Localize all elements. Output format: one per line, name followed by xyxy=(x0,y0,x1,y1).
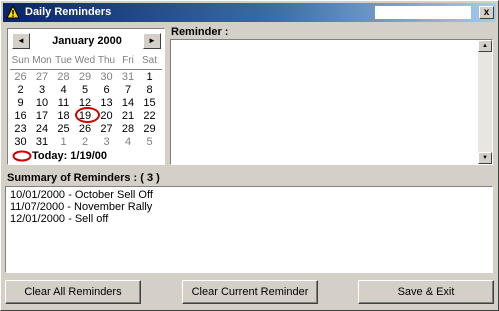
calendar-day[interactable]: 23 xyxy=(10,123,31,135)
calendar-day[interactable]: 31 xyxy=(32,136,53,148)
today-marker xyxy=(75,107,100,123)
calendar-day[interactable]: 5 xyxy=(139,136,160,148)
calendar-day[interactable]: 3 xyxy=(96,136,117,148)
list-item[interactable]: 10/01/2000 - October Sell Off xyxy=(10,189,153,201)
calendar-day[interactable]: 2 xyxy=(10,84,31,96)
calendar-day[interactable]: 30 xyxy=(96,71,117,83)
prev-month-button[interactable]: ◄ xyxy=(12,33,30,49)
calendar-day[interactable]: 1 xyxy=(139,71,160,83)
summary-list[interactable]: 10/01/2000 - October Sell Off 11/07/2000… xyxy=(5,186,493,273)
calendar-day[interactable]: 18 xyxy=(53,110,74,122)
window-title: Daily Reminders xyxy=(25,6,112,18)
calendar-day[interactable]: 28 xyxy=(53,71,74,83)
calendar-day[interactable]: 26 xyxy=(75,123,96,135)
today-link[interactable]: Today: 1/19/00 xyxy=(32,150,107,162)
close-button[interactable]: x xyxy=(479,6,494,19)
title-bar-field xyxy=(375,6,471,19)
list-item[interactable]: 11/07/2000 - November Rally xyxy=(10,201,152,213)
weekday-label: Tue xyxy=(55,55,72,66)
weekday-label: Sun xyxy=(11,55,30,66)
calendar-day[interactable]: 22 xyxy=(139,110,160,122)
calendar-day[interactable]: 13 xyxy=(96,97,117,109)
calendar-day[interactable]: 27 xyxy=(32,71,53,83)
weekday-label: Fri xyxy=(122,55,134,66)
calendar-day[interactable]: 31 xyxy=(118,71,139,83)
calendar-day[interactable]: 3 xyxy=(32,84,53,96)
calendar-day[interactable]: 10 xyxy=(32,97,53,109)
calendar-day[interactable]: 29 xyxy=(75,71,96,83)
scroll-down-icon[interactable]: ▼ xyxy=(478,152,492,164)
clear-all-reminders-button[interactable]: Clear All Reminders xyxy=(5,280,141,304)
list-item[interactable]: 12/01/2000 - Sell off xyxy=(10,213,108,225)
next-month-button[interactable]: ► xyxy=(143,33,161,49)
calendar-day[interactable]: 26 xyxy=(10,71,31,83)
weekday-label: Wed xyxy=(74,55,96,66)
calendar-day[interactable]: 21 xyxy=(118,110,139,122)
daily-reminders-window: Daily Reminders x ◄ January 2000 ► Sun Mo… xyxy=(0,0,499,311)
summary-label: Summary of Reminders : ( 3 ) xyxy=(7,172,160,184)
calendar-day[interactable]: 6 xyxy=(96,84,117,96)
calendar-day[interactable]: 4 xyxy=(118,136,139,148)
reminder-text-area[interactable]: ▲ ▼ xyxy=(170,39,493,165)
calendar-day[interactable]: 4 xyxy=(53,84,74,96)
scroll-up-icon[interactable]: ▲ xyxy=(478,40,492,52)
calendar-day[interactable]: 9 xyxy=(10,97,31,109)
clear-current-reminder-button[interactable]: Clear Current Reminder xyxy=(182,280,318,304)
calendar-day[interactable]: 5 xyxy=(75,84,96,96)
calendar-day[interactable]: 25 xyxy=(53,123,74,135)
calendar-day[interactable]: 30 xyxy=(10,136,31,148)
calendar-day[interactable]: 1 xyxy=(53,136,74,148)
calendar-day[interactable]: 17 xyxy=(32,110,53,122)
calendar-day[interactable]: 15 xyxy=(139,97,160,109)
warning-icon xyxy=(6,5,20,19)
weekday-label: Thu xyxy=(97,55,116,66)
calendar-day[interactable]: 7 xyxy=(118,84,139,96)
calendar-day[interactable]: 29 xyxy=(139,123,160,135)
weekday-header: Sun Mon Tue Wed Thu Fri Sat xyxy=(10,55,162,70)
calendar-day[interactable]: 2 xyxy=(75,136,96,148)
calendar-day[interactable]: 8 xyxy=(139,84,160,96)
title-bar[interactable]: Daily Reminders x xyxy=(3,3,496,22)
calendar-day[interactable]: 14 xyxy=(118,97,139,109)
month-calendar[interactable]: ◄ January 2000 ► Sun Mon Tue Wed Thu Fri Sat 2… xyxy=(7,28,165,165)
today-circle-icon xyxy=(12,150,32,162)
weekday-label: Mon xyxy=(32,55,52,66)
calendar-month-title[interactable]: January 2000 xyxy=(32,35,142,47)
calendar-day[interactable]: 16 xyxy=(10,110,31,122)
calendar-day[interactable]: 28 xyxy=(118,123,139,135)
calendar-day[interactable]: 24 xyxy=(32,123,53,135)
save-exit-button[interactable]: Save & Exit xyxy=(358,280,494,304)
reminder-scrollbar[interactable]: ▲ ▼ xyxy=(478,40,492,164)
weekday-label: Sat xyxy=(141,55,157,66)
reminder-label: Reminder : xyxy=(171,26,229,38)
calendar-day[interactable]: 11 xyxy=(53,97,74,109)
calendar-day[interactable]: 27 xyxy=(96,123,117,135)
